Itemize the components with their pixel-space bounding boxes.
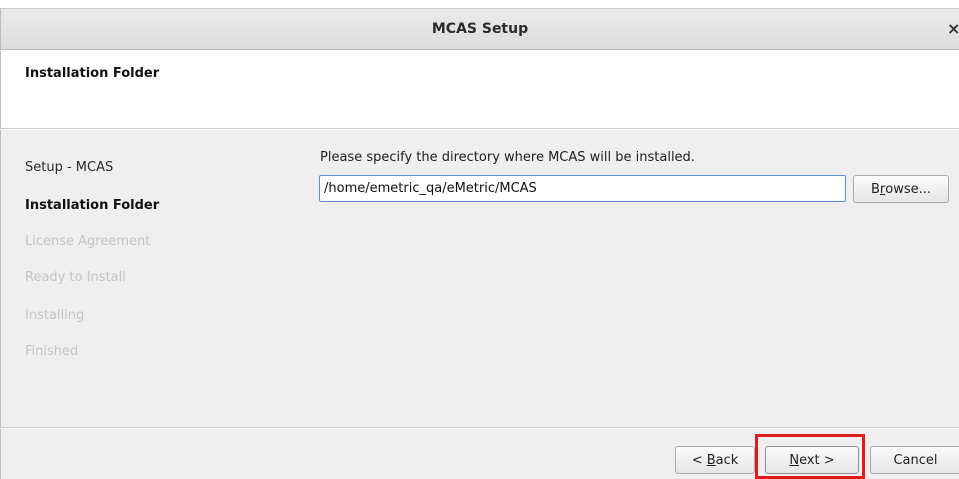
- button-bar: < Back Next > Cancel: [0, 429, 959, 479]
- close-icon[interactable]: ×: [947, 19, 959, 39]
- back-button[interactable]: < Back: [675, 446, 755, 474]
- next-label-suffix: ext >: [799, 452, 835, 468]
- step-setup: Setup - MCAS: [25, 160, 114, 175]
- content-area: Setup - MCAS Installation Folder License…: [0, 130, 959, 428]
- page-header: Installation Folder: [0, 51, 959, 129]
- back-label-suffix: ack: [715, 452, 739, 468]
- page-title: Installation Folder: [25, 66, 160, 81]
- step-installation-folder: Installation Folder: [25, 198, 160, 213]
- title-bar[interactable]: MCAS Setup ×: [0, 8, 959, 50]
- step-finished: Finished: [25, 344, 79, 359]
- browse-button[interactable]: Br owse...: [853, 175, 949, 203]
- install-path-input[interactable]: [319, 175, 846, 202]
- directory-prompt: Please specify the directory where MCAS …: [320, 150, 695, 165]
- browse-label-prefix: B: [870, 181, 880, 197]
- back-label-prefix: <: [691, 452, 707, 468]
- step-ready-to-install: Ready to Install: [25, 270, 126, 285]
- next-button[interactable]: Next >: [765, 446, 859, 474]
- window-title: MCAS Setup: [431, 21, 529, 37]
- back-mnemonic: B: [706, 452, 716, 468]
- cancel-button[interactable]: Cancel: [870, 446, 959, 474]
- setup-window: MCAS Setup × Installation Folder Setup -…: [0, 0, 959, 479]
- next-mnemonic: N: [789, 452, 800, 468]
- step-installing: Installing: [25, 308, 85, 323]
- browse-label-suffix: owse...: [885, 181, 932, 197]
- step-license-agreement: License Agreement: [25, 234, 151, 249]
